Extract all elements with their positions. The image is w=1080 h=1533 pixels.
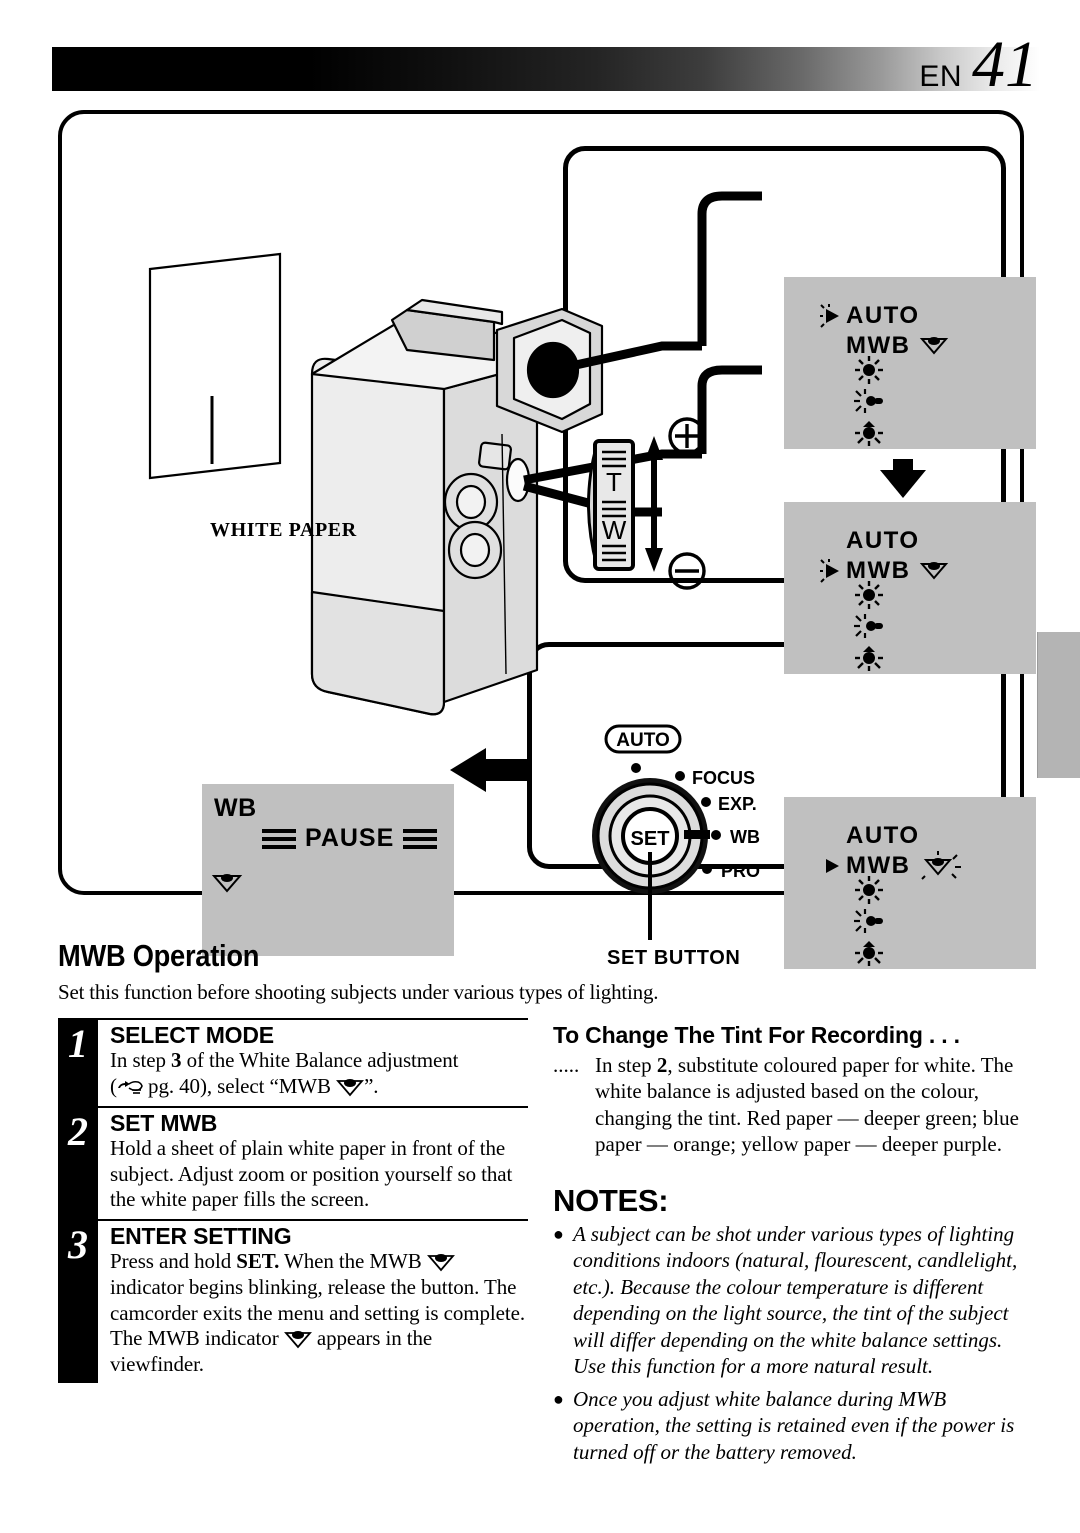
tint-body-bold: 2 — [656, 1053, 668, 1077]
halogen-icon — [852, 907, 886, 935]
menu-screen-mwb-blinking-icon: AUTO MWB — [784, 797, 1036, 969]
solid-pointer-icon — [820, 854, 844, 878]
section-intro: Set this function before shooting subjec… — [58, 980, 659, 1004]
tint-body-frag: In step — [595, 1053, 657, 1077]
step-1: 1 SELECT MODE In step 3 of the White Bal… — [58, 1018, 528, 1106]
page-header: EN 41 — [52, 31, 1040, 98]
menu-screen-auto-selected: AUTO MWB — [784, 277, 1036, 449]
right-column: To Change The Tint For Recording . . . .… — [553, 1022, 1031, 1471]
menu-label-auto: AUTO — [846, 302, 920, 329]
notes-title: NOTES: — [553, 1183, 669, 1218]
step-text-frag: indicator begins blinking, release the b… — [110, 1274, 525, 1325]
step-number: 3 — [58, 1218, 98, 1384]
illustration-panel: T W SET AUTO FOCUS EXP. WB PRO WHITE PAP… — [58, 110, 1036, 969]
step-text-frag: When the MWB — [279, 1249, 427, 1274]
step-heading: SELECT MODE — [110, 1022, 274, 1048]
pause-bars-right-icon — [403, 828, 438, 849]
language-code: EN — [919, 60, 962, 93]
wb-pause-screen: WB PAUSE — [202, 784, 454, 956]
step-number: 1 — [58, 1018, 98, 1106]
tint-section-body: ..... In step 2, substitute coloured pap… — [553, 1052, 1031, 1157]
page-reference: pg. 40), select “MWB — [142, 1074, 337, 1099]
step-3: 3 ENTER SETTING Press and hold SET. When… — [58, 1218, 528, 1384]
pause-status-label: PAUSE — [305, 824, 395, 852]
step-text-line1: In step 3 of the White Balance adjustmen… — [110, 1048, 458, 1072]
section-title: MWB Operation — [58, 938, 260, 973]
step-text-frag: In step — [110, 1048, 172, 1073]
quote-close: ”. — [364, 1074, 379, 1099]
mwb-paper-icon — [211, 872, 243, 894]
white-paper-sheet — [148, 252, 282, 480]
bullet-icon: ● — [553, 1224, 564, 1244]
step-text-line2: ( pg. 40), select “MWB ”. — [110, 1074, 379, 1099]
step-text-bold: 3 — [171, 1048, 182, 1073]
step-number: 2 — [58, 1105, 98, 1219]
menu-item-auto: AUTO — [820, 301, 948, 331]
note-item: ● Once you adjust white balance during M… — [553, 1386, 1031, 1465]
sun-icon — [854, 580, 884, 610]
menu-item-auto: AUTO — [846, 821, 962, 851]
leader-dots: ..... — [553, 1053, 580, 1077]
note-text: Once you adjust white balance during MWB… — [573, 1386, 1015, 1464]
halogen-icon — [852, 387, 886, 415]
menu-label-auto: AUTO — [846, 822, 920, 849]
step-text-frag: of the White Balance adjustment — [181, 1048, 459, 1073]
light-source-icon-list — [852, 580, 886, 672]
menu-screen-mwb-selected: AUTO MWB — [784, 502, 1036, 674]
step-text: In step 3 of the White Balance adjustmen… — [110, 1048, 528, 1099]
pointing-hand-icon — [117, 1079, 143, 1096]
pause-bars-left-icon — [262, 828, 296, 849]
note-item: ● A subject can be shot under various ty… — [553, 1221, 1031, 1380]
set-button-caption: SET BUTTON — [607, 947, 741, 969]
light-source-icon-list — [852, 355, 886, 447]
flow-arrow-left — [450, 748, 532, 792]
pause-status-row: PAUSE — [262, 824, 438, 853]
mwb-paper-icon — [920, 336, 949, 356]
white-paper-label: WHITE PAPER — [210, 519, 357, 541]
mwb-paper-icon — [426, 1252, 455, 1272]
wb-mode-label: WB — [214, 794, 257, 822]
step-text-bold: SET. — [236, 1249, 280, 1274]
fluorescent-icon — [854, 937, 884, 967]
step-text-frag: The MWB indicator — [110, 1326, 284, 1351]
bullet-icon: ● — [553, 1388, 564, 1409]
header-gradient-bar — [52, 47, 1040, 91]
mwb-paper-icon — [920, 561, 949, 581]
note-text: A subject can be shot under various type… — [573, 1222, 1018, 1379]
step-text-frag: Press and hold — [110, 1249, 237, 1274]
step-2: 2 SET MWB Hold a sheet of plain white pa… — [58, 1105, 528, 1219]
paren-open: ( — [110, 1074, 117, 1099]
sun-icon — [854, 875, 884, 905]
page-indicator: EN 41 — [919, 28, 1038, 101]
white-balance-menu-list: AUTO MWB — [826, 821, 962, 881]
page-number: 41 — [972, 28, 1038, 101]
sun-icon — [854, 355, 884, 385]
blinking-pointer-icon — [820, 304, 844, 328]
fluorescent-icon — [854, 642, 884, 672]
mwb-paper-blinking-icon — [920, 851, 962, 881]
tint-body-text: In step 2, substitute coloured paper for… — [595, 1052, 1031, 1157]
white-balance-menu-list: AUTO MWB — [820, 301, 949, 361]
mwb-paper-icon — [336, 1077, 365, 1097]
step-text: Hold a sheet of plain white paper in fro… — [110, 1136, 513, 1212]
step-text: Press and hold SET. When the MWB indicat… — [110, 1249, 528, 1377]
tint-section-title: To Change The Tint For Recording . . . — [553, 1022, 960, 1048]
step-heading: SET MWB — [110, 1109, 218, 1136]
light-source-icon-list — [852, 875, 886, 967]
page-edge-tab — [1037, 632, 1080, 778]
fluorescent-icon — [854, 417, 884, 447]
procedure-steps: 1 SELECT MODE In step 3 of the White Bal… — [58, 1018, 528, 1384]
menu-item-auto: AUTO — [846, 526, 948, 556]
mwb-paper-icon — [283, 1329, 312, 1349]
menu-label-auto: AUTO — [846, 527, 920, 554]
halogen-icon — [852, 612, 886, 640]
step-heading: ENTER SETTING — [110, 1222, 292, 1249]
white-balance-menu-list: AUTO MWB — [820, 526, 949, 586]
blinking-pointer-icon — [820, 559, 844, 583]
